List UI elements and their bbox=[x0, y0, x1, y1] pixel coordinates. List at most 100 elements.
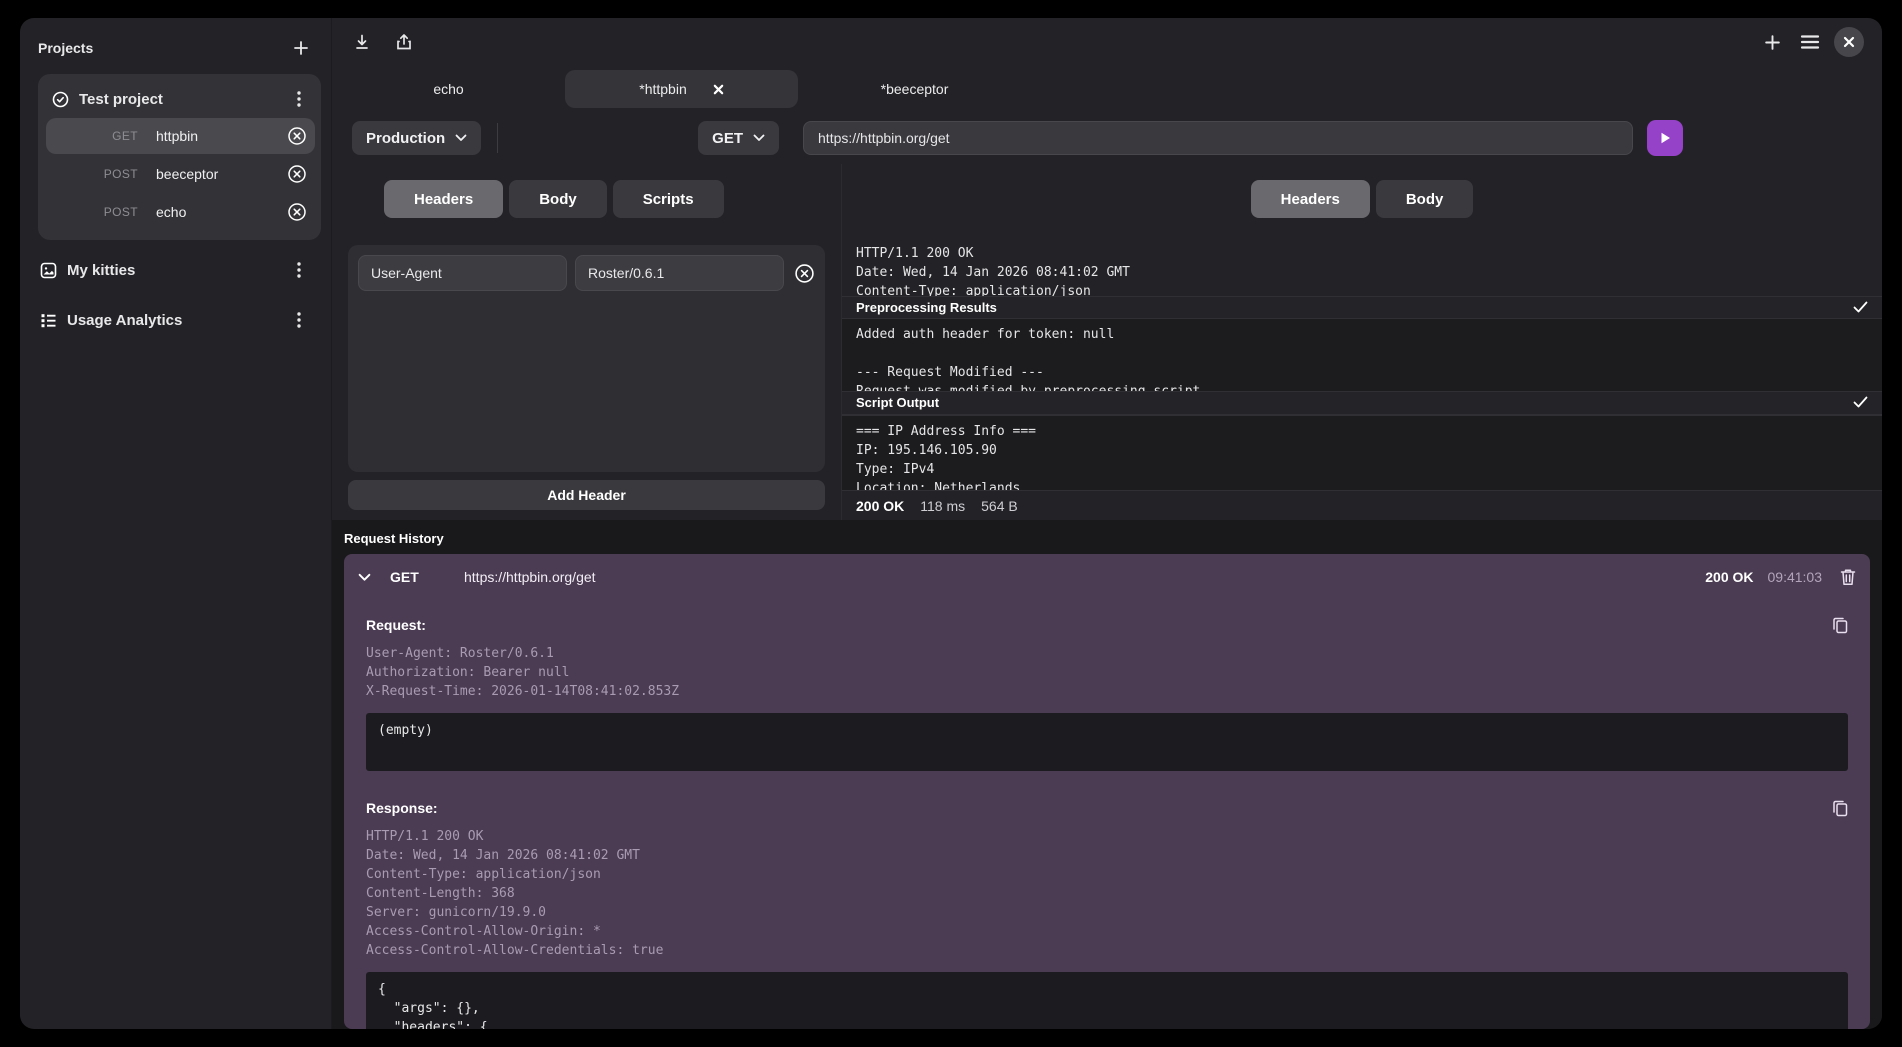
tab-response-body[interactable]: Body bbox=[1376, 180, 1474, 218]
remove-request-button[interactable] bbox=[287, 164, 307, 184]
sidebar-item-usage-analytics[interactable]: Usage Analytics bbox=[38, 300, 321, 340]
sidebar-item-my-kitties[interactable]: My kitties bbox=[38, 250, 321, 290]
circle-x-icon bbox=[794, 263, 815, 284]
request-name-label: beeceptor bbox=[156, 166, 285, 182]
kebab-menu-icon bbox=[297, 312, 301, 328]
section-title: Preprocessing Results bbox=[856, 300, 997, 315]
new-tab-button[interactable] bbox=[1758, 28, 1786, 56]
close-icon bbox=[1843, 36, 1855, 48]
header-value-input[interactable] bbox=[575, 255, 784, 291]
main-area: echo *httpbin *beeceptor Production GET bbox=[332, 18, 1882, 1029]
copy-request-button[interactable] bbox=[1832, 616, 1848, 634]
import-button[interactable] bbox=[348, 28, 376, 56]
response-headers-preview: HTTP/1.1 200 OK Date: Wed, 14 Jan 2026 0… bbox=[842, 242, 1882, 296]
chevron-down-icon bbox=[753, 134, 765, 142]
request-name-label: echo bbox=[156, 204, 285, 220]
history-entry: GET https://httpbin.org/get 200 OK 09:41… bbox=[344, 554, 1870, 1029]
tab-httpbin[interactable]: *httpbin bbox=[565, 70, 798, 108]
tab-echo[interactable]: echo bbox=[332, 70, 565, 108]
preprocessing-output: Added auth header for token: null --- Re… bbox=[842, 319, 1882, 391]
remove-header-button[interactable] bbox=[794, 263, 815, 284]
add-project-button[interactable] bbox=[287, 34, 315, 62]
plus-icon bbox=[1763, 33, 1782, 52]
app-window: Projects Test project GET httpbin bbox=[20, 18, 1882, 1029]
method-select[interactable]: GET bbox=[698, 121, 779, 155]
send-request-button[interactable] bbox=[1647, 120, 1683, 156]
history-request-body: (empty) bbox=[366, 713, 1848, 771]
tab-beeceptor[interactable]: *beeceptor bbox=[798, 70, 1031, 108]
history-timestamp: 09:41:03 bbox=[1768, 569, 1823, 585]
sidebar-item-label: Usage Analytics bbox=[67, 312, 287, 329]
menu-button[interactable] bbox=[1796, 28, 1824, 56]
my-kitties-menu-button[interactable] bbox=[287, 258, 311, 282]
circle-x-icon bbox=[287, 202, 307, 222]
share-icon bbox=[395, 33, 413, 51]
response-status-bar: 200 OK 118 ms 564 B bbox=[842, 490, 1882, 520]
request-block-label: Request: bbox=[366, 617, 426, 633]
remove-request-button[interactable] bbox=[287, 202, 307, 222]
copy-icon bbox=[1832, 799, 1848, 817]
plus-icon bbox=[292, 39, 310, 57]
history-method: GET bbox=[390, 569, 434, 585]
project-header[interactable]: Test project bbox=[46, 82, 315, 116]
script-output-section-header[interactable]: Script Output bbox=[842, 391, 1882, 415]
status-size: 564 B bbox=[981, 498, 1018, 514]
play-icon bbox=[1658, 131, 1672, 145]
kebab-menu-icon bbox=[297, 262, 301, 278]
circle-x-icon bbox=[287, 164, 307, 184]
environment-select[interactable]: Production bbox=[352, 121, 481, 155]
tab-label: *beeceptor bbox=[881, 81, 949, 97]
request-method-label: GET bbox=[46, 129, 138, 143]
history-status: 200 OK bbox=[1705, 569, 1753, 585]
method-label: GET bbox=[712, 130, 743, 147]
project-menu-button[interactable] bbox=[287, 87, 311, 111]
url-input[interactable] bbox=[803, 121, 1633, 155]
tab-request-headers[interactable]: Headers bbox=[384, 180, 503, 218]
download-icon bbox=[353, 33, 371, 51]
list-icon bbox=[40, 312, 57, 329]
history-url: https://httpbin.org/get bbox=[464, 569, 1705, 585]
delete-entry-button[interactable] bbox=[1840, 568, 1856, 586]
add-header-button[interactable]: Add Header bbox=[348, 480, 825, 510]
sidebar-request-echo[interactable]: POST echo bbox=[46, 194, 315, 230]
usage-analytics-menu-button[interactable] bbox=[287, 308, 311, 332]
section-title: Script Output bbox=[856, 395, 939, 410]
history-request-headers: User-Agent: Roster/0.6.1 Authorization: … bbox=[366, 644, 1848, 701]
close-icon bbox=[713, 84, 724, 95]
request-tabs: Headers Body Scripts bbox=[384, 180, 825, 218]
close-tab-button[interactable] bbox=[713, 84, 724, 95]
check-icon bbox=[1853, 395, 1868, 411]
sidebar-request-httpbin[interactable]: GET httpbin bbox=[46, 118, 315, 154]
close-window-button[interactable] bbox=[1834, 27, 1864, 57]
copy-response-button[interactable] bbox=[1832, 799, 1848, 817]
chevron-down-icon bbox=[358, 573, 371, 582]
kebab-menu-icon bbox=[297, 91, 301, 107]
tab-request-scripts[interactable]: Scripts bbox=[613, 180, 724, 218]
trash-icon bbox=[1840, 568, 1856, 586]
request-editor-panel: Headers Body Scripts Add Header bbox=[332, 164, 842, 520]
header-key-input[interactable] bbox=[358, 255, 567, 291]
response-block-label: Response: bbox=[366, 800, 438, 816]
chevron-down-icon bbox=[455, 134, 467, 142]
environment-label: Production bbox=[366, 130, 445, 147]
tab-request-body[interactable]: Body bbox=[509, 180, 607, 218]
preprocessing-section-header[interactable]: Preprocessing Results bbox=[842, 296, 1882, 320]
sidebar-request-beeceptor[interactable]: POST beeceptor bbox=[46, 156, 315, 192]
status-duration: 118 ms bbox=[920, 498, 965, 514]
collapse-entry-button[interactable] bbox=[358, 573, 382, 582]
response-tabs: Headers Body bbox=[842, 180, 1882, 218]
history-response-headers: HTTP/1.1 200 OK Date: Wed, 14 Jan 2026 0… bbox=[366, 827, 1848, 960]
request-history-section: Request History GET https://httpbin.org/… bbox=[332, 520, 1882, 1029]
history-entry-header[interactable]: GET https://httpbin.org/get 200 OK 09:41… bbox=[358, 554, 1856, 600]
remove-request-button[interactable] bbox=[287, 126, 307, 146]
copy-icon bbox=[1832, 616, 1848, 634]
image-icon bbox=[40, 262, 57, 279]
circle-x-icon bbox=[287, 126, 307, 146]
tab-bar: echo *httpbin *beeceptor bbox=[332, 66, 1882, 112]
tab-response-headers[interactable]: Headers bbox=[1251, 180, 1370, 218]
request-method-label: POST bbox=[46, 167, 138, 181]
request-name-label: httpbin bbox=[156, 128, 285, 144]
response-panel: Headers Body HTTP/1.1 200 OK Date: Wed, … bbox=[842, 164, 1882, 520]
request-method-label: POST bbox=[46, 205, 138, 219]
export-button[interactable] bbox=[390, 28, 418, 56]
